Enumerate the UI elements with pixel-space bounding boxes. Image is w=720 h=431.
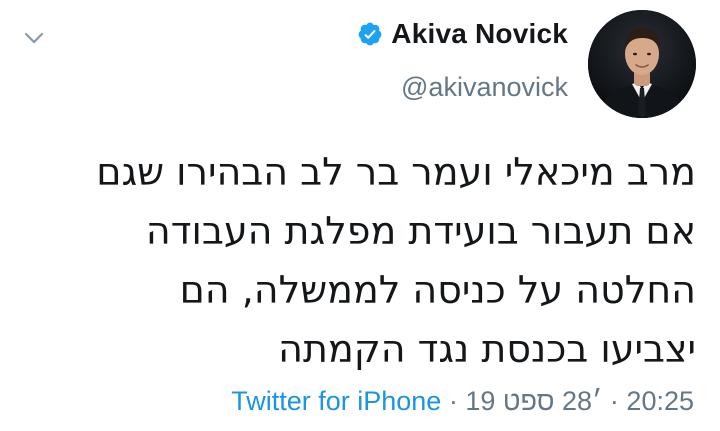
tweet-text-line: יצביעו בכנסת נגד הקמתה: [278, 327, 696, 371]
tweet-text: מרב מיכאלי ועמר בר לב הבהירו שגם אם תעבו…: [16, 143, 696, 379]
author-handle[interactable]: @akivanovick: [401, 72, 568, 103]
tweet-text-line: מרב מיכאלי ועמר בר לב הבהירו שגם: [96, 150, 696, 194]
avatar[interactable]: [588, 10, 696, 118]
tweet-text-line: אם תעבור בועידת מפלגת העבודה: [145, 209, 696, 253]
avatar-photo: [588, 10, 696, 118]
tweet-text-line: החלטה על כניסה לממשלה, הם: [179, 268, 696, 312]
tweet-source-link[interactable]: Twitter for iPhone: [231, 386, 441, 416]
chevron-down-icon[interactable]: [22, 26, 46, 50]
separator: ·: [448, 386, 458, 416]
tweet-time[interactable]: 20:25: [626, 386, 694, 416]
tweet-date[interactable]: 19 ׳28 ספט: [465, 386, 602, 416]
author-display-name[interactable]: Akiva Novick: [391, 18, 568, 50]
separator: ·: [609, 386, 619, 416]
author-name-row[interactable]: Akiva Novick: [357, 18, 568, 50]
verified-badge-icon: [358, 22, 382, 46]
tweet-metadata: Twitter for iPhone · 19 ׳28 ספט · 20:25: [231, 386, 694, 417]
